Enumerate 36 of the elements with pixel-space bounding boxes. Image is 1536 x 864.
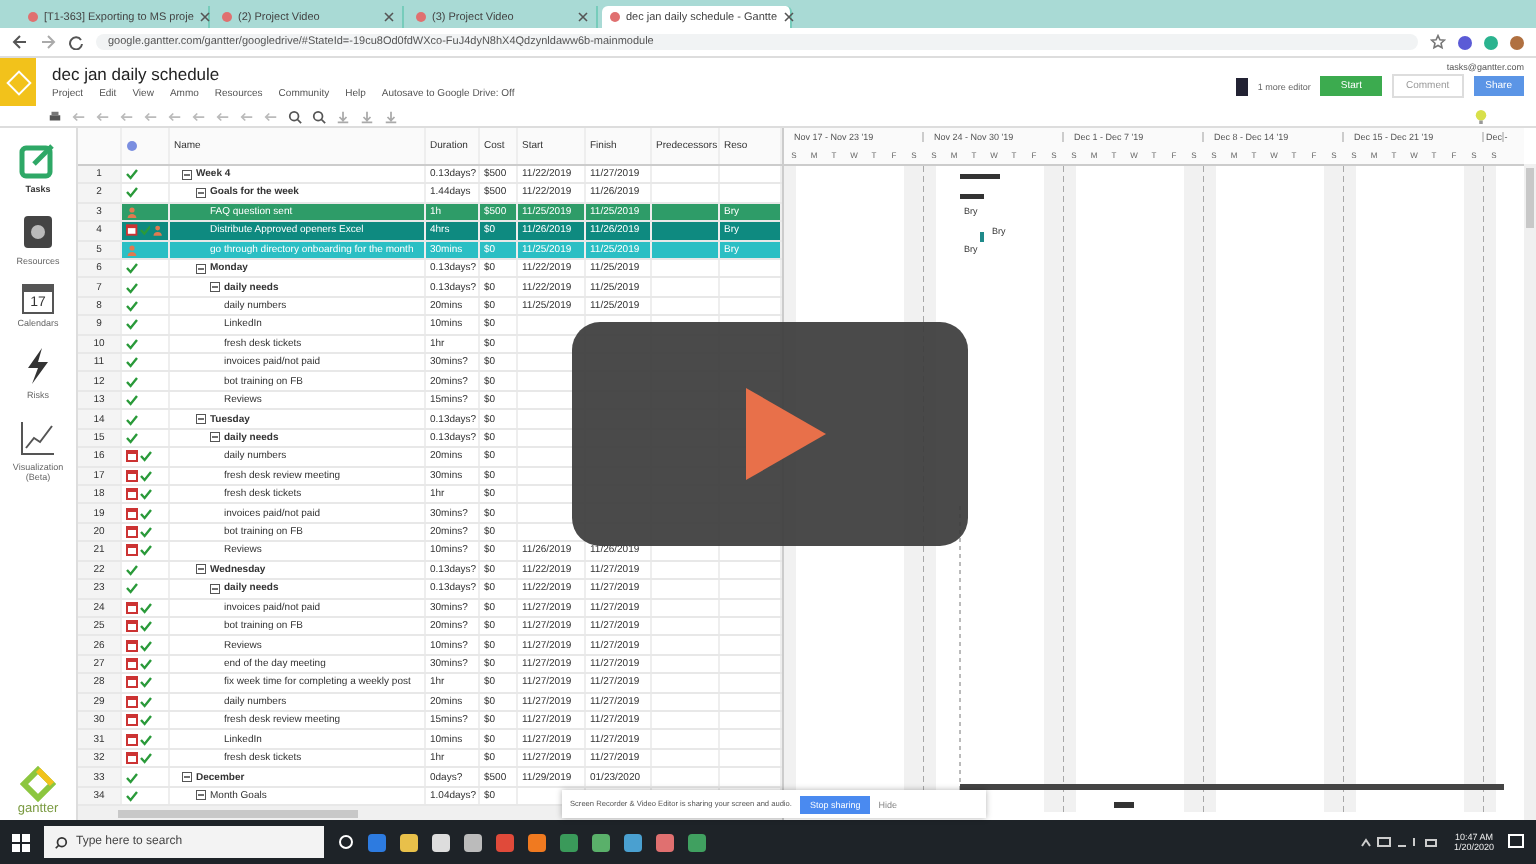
system-tray-icon[interactable] <box>1359 836 1440 848</box>
close-icon[interactable] <box>384 12 394 22</box>
collapse-toggle-icon[interactable] <box>210 432 220 443</box>
collapse-toggle-icon[interactable] <box>210 583 220 594</box>
collapse-toggle-icon[interactable] <box>196 263 206 274</box>
avatar-icon <box>1235 77 1248 95</box>
edit-square-icon <box>18 140 58 180</box>
reload-icon[interactable] <box>68 34 84 50</box>
printer-icon[interactable] <box>48 109 62 123</box>
gear-icon[interactable] <box>126 139 138 152</box>
close-icon[interactable] <box>783 12 794 22</box>
collapse-toggle-icon[interactable] <box>196 414 206 425</box>
collapse-toggle-icon[interactable] <box>210 282 220 293</box>
gantter-logo-icon <box>20 766 56 802</box>
close-icon[interactable] <box>199 12 210 22</box>
star-icon[interactable] <box>1430 34 1446 50</box>
line-chart-icon <box>18 418 58 458</box>
collapse-toggle-icon[interactable] <box>182 772 192 783</box>
zoom-out-icon[interactable] <box>312 109 326 123</box>
circle-icon[interactable] <box>338 834 354 850</box>
avatar-icon[interactable] <box>1510 35 1524 49</box>
collapse-toggle-icon[interactable] <box>196 187 206 198</box>
lightning-icon <box>26 346 50 386</box>
back-arrow-icon[interactable] <box>12 34 28 50</box>
play-button[interactable] <box>572 322 968 546</box>
lightbulb-icon[interactable] <box>1474 107 1488 125</box>
notification-icon[interactable] <box>1508 834 1524 850</box>
search-icon <box>54 835 68 849</box>
zoom-in-icon[interactable] <box>288 109 302 123</box>
close-icon[interactable] <box>578 12 588 22</box>
scrollbar[interactable] <box>1524 164 1536 820</box>
collapse-toggle-icon[interactable] <box>196 790 206 801</box>
windows-start-icon[interactable] <box>12 833 30 851</box>
collapse-toggle-icon[interactable] <box>196 564 206 575</box>
collapse-toggle-icon[interactable] <box>182 169 192 180</box>
document-title: dec jan daily schedule <box>52 64 222 84</box>
